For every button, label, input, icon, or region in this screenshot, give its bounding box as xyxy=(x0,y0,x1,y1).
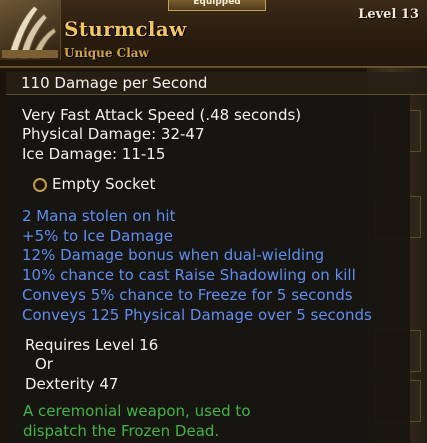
empty-socket-label: Empty Socket xyxy=(52,175,156,193)
requires-dexterity: Dexterity 47 xyxy=(25,375,119,393)
ice-damage: Ice Damage: 11-15 xyxy=(22,145,166,163)
item-tooltip-header: Equipped Sturmclaw Unique Claw Level 13 xyxy=(0,0,427,68)
physical-damage: Physical Damage: 32-47 xyxy=(22,125,205,143)
modifier-line: 12% Damage bonus when dual-wielding xyxy=(22,246,325,264)
requires-level: Requires Level 16 xyxy=(25,336,159,354)
damage-per-second: 110 Damage per Second xyxy=(21,74,208,92)
dps-bar: 110 Damage per Second xyxy=(6,72,427,95)
flavor-text-line: A ceremonial weapon, used to xyxy=(23,402,251,420)
item-level: Level 13 xyxy=(358,7,419,22)
modifier-line: 2 Mana stolen on hit xyxy=(22,207,176,225)
modifier-line: 10% chance to cast Raise Shadowling on k… xyxy=(22,266,356,284)
modifier-line: +5% to Ice Damage xyxy=(22,227,173,245)
item-name: Sturmclaw xyxy=(64,17,187,41)
flavor-text-line: dispatch the Frozen Dead. xyxy=(23,422,220,440)
attack-speed: Very Fast Attack Speed (.48 seconds) xyxy=(22,106,302,124)
claw-weapon-icon xyxy=(0,0,61,60)
requirement-or: Or xyxy=(35,355,53,373)
item-type: Unique Claw xyxy=(64,46,149,60)
equipped-tab: Equipped xyxy=(168,0,266,11)
modifier-line: Conveys 125 Physical Damage over 5 secon… xyxy=(22,306,372,324)
modifier-line: Conveys 5% chance to Freeze for 5 second… xyxy=(22,286,353,304)
socket-ring-icon xyxy=(33,178,47,192)
